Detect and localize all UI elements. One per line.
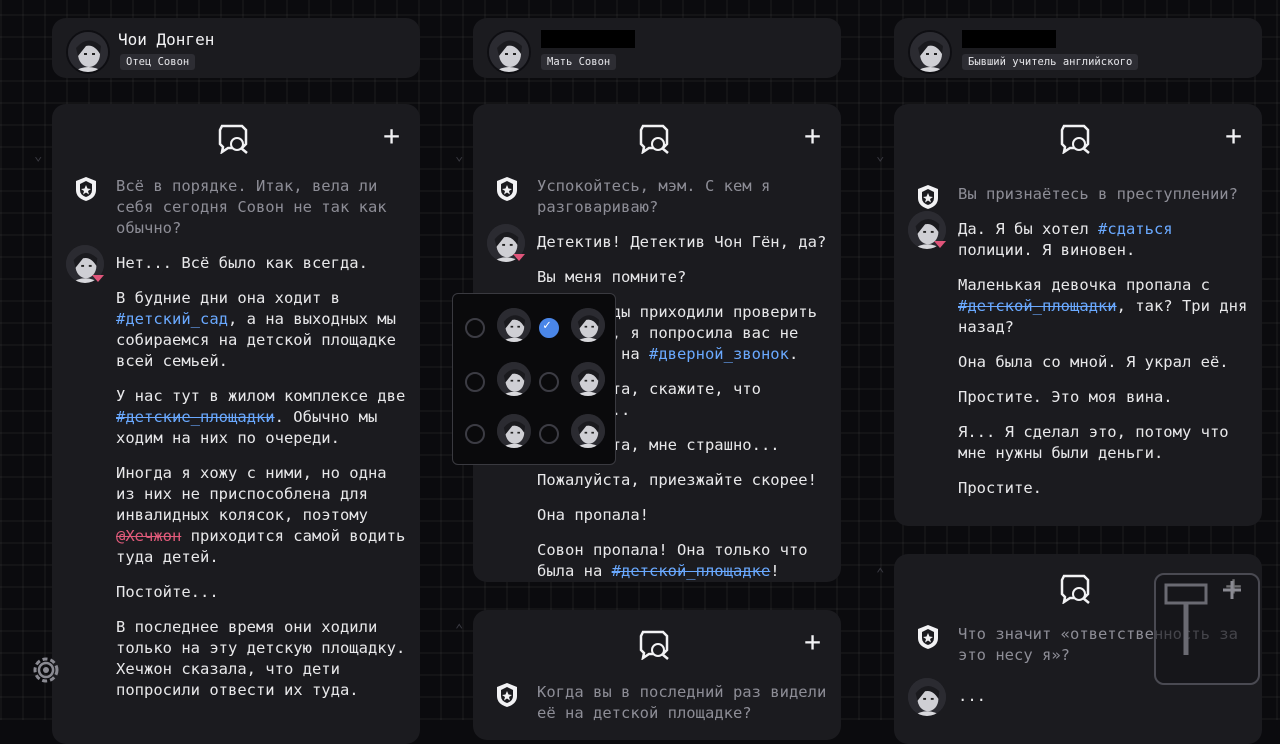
detective-message: Успокойтесь, мэм. С кем я разговариваю?	[473, 176, 841, 218]
message-text: ...	[958, 687, 986, 705]
hashtag-link[interactable]: #детский_сад	[116, 310, 228, 328]
message-text: Простите. Это моя вина.	[958, 388, 1173, 406]
gear-icon[interactable]	[28, 652, 64, 688]
suspect-message: Да. Я бы хотел #сдаться полиции. Я винов…	[894, 211, 1262, 499]
redacted-name	[962, 30, 1056, 48]
add-button[interactable]: +	[1225, 122, 1242, 150]
message-text: Пожалуйста, приезжайте скорее!	[537, 471, 817, 489]
avatar[interactable]	[571, 414, 605, 448]
contact-header: Чои Донген Отец Совон	[52, 18, 420, 78]
message-text: Когда вы в последний раз видели её на де…	[537, 683, 827, 722]
radio-button[interactable]	[465, 424, 485, 444]
redacted-name	[541, 30, 635, 48]
message-text: Всё в порядке. Итак, вела ли себя сегодн…	[116, 177, 387, 237]
contact-header: Мать Совон	[473, 18, 841, 78]
chevron-down-icon[interactable]: ⌄	[876, 148, 884, 164]
avatar[interactable]	[66, 30, 110, 74]
avatar[interactable]	[571, 308, 605, 342]
police-badge-icon	[918, 185, 938, 209]
radio-button-selected[interactable]	[539, 318, 559, 338]
avatar-option-row[interactable]	[461, 306, 611, 346]
message-text: Да. Я бы хотел #сдаться полиции. Я винов…	[958, 220, 1173, 259]
message-text: Вы меня помните?	[537, 268, 687, 286]
chat-bubble-icon[interactable]	[637, 122, 673, 154]
message-text: Маленькая девочка пропала с #детской_пло…	[958, 276, 1248, 336]
chevron-down-icon[interactable]: ⌄	[455, 148, 463, 164]
suspect-message: Нет... Всё было как всегда. В будние дни…	[52, 245, 420, 701]
police-badge-icon	[497, 683, 517, 707]
avatar[interactable]	[908, 30, 952, 74]
police-badge-icon	[76, 177, 96, 201]
hashtag-link[interactable]: #детской_площадке	[612, 562, 771, 580]
message-text: Постойте...	[116, 583, 219, 601]
avatar[interactable]	[497, 362, 531, 396]
avatar[interactable]	[571, 362, 605, 396]
message-text: Нет... Всё было как всегда.	[116, 254, 368, 272]
police-badge-icon	[918, 625, 938, 649]
contact-header: Бывший учитель английского	[894, 18, 1262, 78]
message-text: У нас тут в жилом комплексе две #детские…	[116, 387, 406, 447]
chat-card: + Вы признаётесь в преступлении? Да. Я б…	[894, 104, 1262, 526]
add-button[interactable]: +	[804, 628, 821, 656]
hashtag-link[interactable]: #дверной_звонок	[649, 345, 789, 363]
chevron-up-icon[interactable]: ⌃	[876, 566, 884, 582]
detective-message: Когда вы в последний раз видели её на де…	[473, 682, 841, 724]
radio-button[interactable]	[465, 318, 485, 338]
avatar[interactable]	[497, 414, 531, 448]
contact-name: Чои Донген	[118, 30, 215, 49]
message-text: Я... Я сделал это, потому что мне нужны …	[958, 423, 1229, 462]
radio-button[interactable]	[539, 424, 559, 444]
message-text: Вы признаётесь в преступлении?	[958, 185, 1238, 203]
radio-button[interactable]	[539, 372, 559, 392]
avatar[interactable]	[497, 308, 531, 342]
chat-card: + Всё в порядке. Итак, вела ли себя сего…	[52, 104, 420, 744]
detective-message: Вы признаётесь в преступлении?	[894, 184, 1262, 209]
hashtag-link[interactable]: #детской_площадки	[958, 297, 1117, 315]
avatar[interactable]	[908, 678, 946, 716]
role-badge: Мать Совон	[541, 54, 617, 70]
message-text: Совон пропала! Она только что была на #д…	[537, 541, 808, 580]
hashtag-link[interactable]: #сдаться	[1098, 220, 1173, 238]
message-text: Детектив! Детектив Чон Гён, да?	[537, 233, 827, 251]
mention-link[interactable]: @Хечжон	[116, 527, 181, 545]
chevron-down-icon[interactable]: ⌄	[34, 148, 42, 164]
radio-button[interactable]	[465, 372, 485, 392]
message-text: Она была со мной. Я украл её.	[958, 353, 1229, 371]
avatar[interactable]	[487, 30, 531, 74]
chevron-up-icon[interactable]: ⌃	[455, 622, 463, 638]
message-text: Иногда я хожу с ними, но одна из них не …	[116, 464, 406, 566]
avatar-option-row[interactable]	[461, 414, 611, 454]
chat-card: + Когда вы в последний раз видели её на …	[473, 610, 841, 740]
add-button[interactable]: +	[383, 122, 400, 150]
hashtag-link[interactable]: #детские_площадки	[116, 408, 275, 426]
chat-bubble-icon[interactable]	[1058, 122, 1094, 154]
gavel-widget[interactable]	[1154, 573, 1260, 685]
chat-bubble-icon[interactable]	[637, 628, 673, 660]
role-badge: Отец Совон	[120, 54, 196, 70]
speaker-marker	[513, 254, 525, 261]
avatar-option-row[interactable]	[461, 360, 611, 400]
detective-message: Всё в порядке. Итак, вела ли себя сегодн…	[52, 176, 420, 239]
speaker-marker	[92, 275, 104, 282]
chat-bubble-icon[interactable]	[216, 122, 252, 154]
police-badge-icon	[497, 177, 517, 201]
message-text: Простите.	[958, 479, 1042, 497]
gavel-icon	[1164, 581, 1241, 655]
speaker-marker	[934, 241, 946, 248]
avatar-picker-popup	[452, 293, 616, 465]
role-badge: Бывший учитель английского	[962, 54, 1139, 70]
suspect-message: ...	[894, 678, 1262, 716]
message-text: Она пропала!	[537, 506, 649, 524]
message-text: В последнее время они ходили только на э…	[116, 618, 406, 699]
chat-bubble-icon[interactable]	[1058, 572, 1094, 604]
message-text: В будние дни она ходит в #детский_сад, а…	[116, 289, 396, 370]
message-text: Успокойтесь, мэм. С кем я разговариваю?	[537, 177, 771, 216]
add-button[interactable]: +	[804, 122, 821, 150]
